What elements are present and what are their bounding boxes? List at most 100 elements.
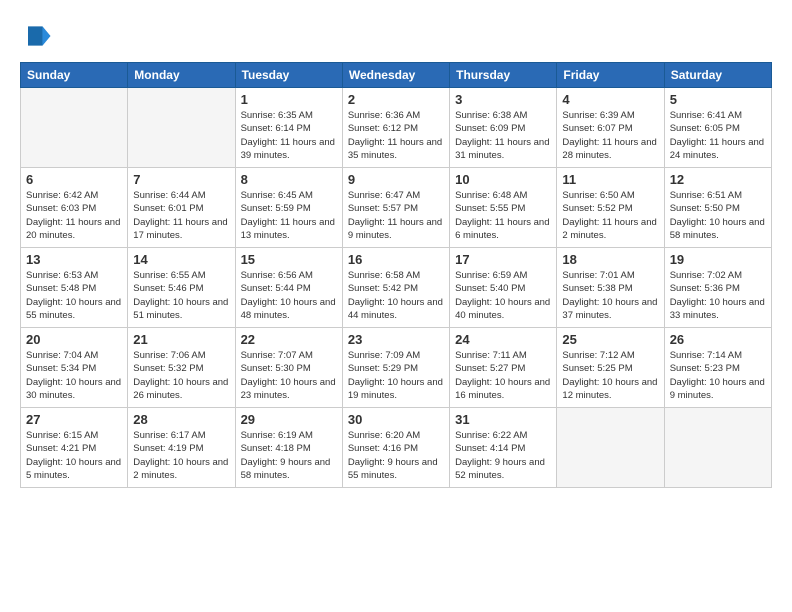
calendar-cell (128, 88, 235, 168)
calendar-week-2: 6 Sunrise: 6:42 AM Sunset: 6:03 PM Daylig… (21, 168, 772, 248)
day-info: Sunrise: 6:38 AM Sunset: 6:09 PM Dayligh… (455, 109, 551, 162)
calendar-cell: 1 Sunrise: 6:35 AM Sunset: 6:14 PM Daylig… (235, 88, 342, 168)
day-info: Sunrise: 6:58 AM Sunset: 5:42 PM Dayligh… (348, 269, 444, 322)
calendar-cell: 24 Sunrise: 7:11 AM Sunset: 5:27 PM Dayli… (450, 328, 557, 408)
weekday-header-thursday: Thursday (450, 63, 557, 88)
day-info: Sunrise: 7:01 AM Sunset: 5:38 PM Dayligh… (562, 269, 658, 322)
weekday-header-saturday: Saturday (664, 63, 771, 88)
day-number: 27 (26, 412, 122, 427)
day-number: 6 (26, 172, 122, 187)
day-info: Sunrise: 7:14 AM Sunset: 5:23 PM Dayligh… (670, 349, 766, 402)
day-info: Sunrise: 6:56 AM Sunset: 5:44 PM Dayligh… (241, 269, 337, 322)
calendar-cell: 20Sunrise: 7:04 AM Sunset: 5:34 PM Dayli… (21, 328, 128, 408)
calendar-cell: 25 Sunrise: 7:12 AM Sunset: 5:25 PM Dayli… (557, 328, 664, 408)
weekday-header-monday: Monday (128, 63, 235, 88)
day-info: Sunrise: 6:45 AM Sunset: 5:59 PM Dayligh… (241, 189, 337, 242)
calendar-week-3: 13Sunrise: 6:53 AM Sunset: 5:48 PM Dayli… (21, 248, 772, 328)
calendar-week-1: 1 Sunrise: 6:35 AM Sunset: 6:14 PM Daylig… (21, 88, 772, 168)
calendar-week-5: 27 Sunrise: 6:15 AM Sunset: 4:21 PM Dayli… (21, 408, 772, 488)
day-number: 20 (26, 332, 122, 347)
day-number: 9 (348, 172, 444, 187)
calendar-cell: 28 Sunrise: 6:17 AM Sunset: 4:19 PM Dayli… (128, 408, 235, 488)
calendar-week-4: 20Sunrise: 7:04 AM Sunset: 5:34 PM Dayli… (21, 328, 772, 408)
day-number: 1 (241, 92, 337, 107)
day-number: 25 (562, 332, 658, 347)
day-number: 10 (455, 172, 551, 187)
calendar-cell: 30Sunrise: 6:20 AM Sunset: 4:16 PM Dayli… (342, 408, 449, 488)
day-info: Sunrise: 7:06 AM Sunset: 5:32 PM Dayligh… (133, 349, 229, 402)
day-number: 16 (348, 252, 444, 267)
calendar-cell: 6 Sunrise: 6:42 AM Sunset: 6:03 PM Daylig… (21, 168, 128, 248)
day-number: 24 (455, 332, 551, 347)
day-info: Sunrise: 6:48 AM Sunset: 5:55 PM Dayligh… (455, 189, 551, 242)
calendar-table: SundayMondayTuesdayWednesdayThursdayFrid… (20, 62, 772, 488)
calendar-cell: 29Sunrise: 6:19 AM Sunset: 4:18 PM Dayli… (235, 408, 342, 488)
calendar-cell: 7Sunrise: 6:44 AM Sunset: 6:01 PM Daylig… (128, 168, 235, 248)
calendar-cell: 13Sunrise: 6:53 AM Sunset: 5:48 PM Dayli… (21, 248, 128, 328)
calendar-cell: 5 Sunrise: 6:41 AM Sunset: 6:05 PM Daylig… (664, 88, 771, 168)
day-info: Sunrise: 6:15 AM Sunset: 4:21 PM Dayligh… (26, 429, 122, 482)
day-number: 31 (455, 412, 551, 427)
calendar-cell (21, 88, 128, 168)
day-info: Sunrise: 6:36 AM Sunset: 6:12 PM Dayligh… (348, 109, 444, 162)
day-info: Sunrise: 7:07 AM Sunset: 5:30 PM Dayligh… (241, 349, 337, 402)
weekday-header-wednesday: Wednesday (342, 63, 449, 88)
weekday-header-friday: Friday (557, 63, 664, 88)
logo (20, 20, 58, 52)
calendar-cell: 12 Sunrise: 6:51 AM Sunset: 5:50 PM Dayli… (664, 168, 771, 248)
day-number: 21 (133, 332, 229, 347)
calendar-cell: 19 Sunrise: 7:02 AM Sunset: 5:36 PM Dayli… (664, 248, 771, 328)
day-number: 4 (562, 92, 658, 107)
day-number: 7 (133, 172, 229, 187)
calendar-cell: 31Sunrise: 6:22 AM Sunset: 4:14 PM Dayli… (450, 408, 557, 488)
day-info: Sunrise: 7:11 AM Sunset: 5:27 PM Dayligh… (455, 349, 551, 402)
calendar-cell: 17 Sunrise: 6:59 AM Sunset: 5:40 PM Dayli… (450, 248, 557, 328)
day-number: 12 (670, 172, 766, 187)
calendar-cell: 3 Sunrise: 6:38 AM Sunset: 6:09 PM Daylig… (450, 88, 557, 168)
calendar-cell: 27 Sunrise: 6:15 AM Sunset: 4:21 PM Dayli… (21, 408, 128, 488)
day-number: 23 (348, 332, 444, 347)
logo-icon (20, 20, 52, 52)
day-number: 19 (670, 252, 766, 267)
calendar-cell: 16 Sunrise: 6:58 AM Sunset: 5:42 PM Dayli… (342, 248, 449, 328)
weekday-header-tuesday: Tuesday (235, 63, 342, 88)
calendar-cell: 15 Sunrise: 6:56 AM Sunset: 5:44 PM Dayli… (235, 248, 342, 328)
day-number: 5 (670, 92, 766, 107)
day-number: 18 (562, 252, 658, 267)
day-info: Sunrise: 6:41 AM Sunset: 6:05 PM Dayligh… (670, 109, 766, 162)
weekday-header-sunday: Sunday (21, 63, 128, 88)
day-info: Sunrise: 6:55 AM Sunset: 5:46 PM Dayligh… (133, 269, 229, 322)
day-info: Sunrise: 6:59 AM Sunset: 5:40 PM Dayligh… (455, 269, 551, 322)
day-number: 28 (133, 412, 229, 427)
calendar-cell: 2Sunrise: 6:36 AM Sunset: 6:12 PM Daylig… (342, 88, 449, 168)
day-info: Sunrise: 6:35 AM Sunset: 6:14 PM Dayligh… (241, 109, 337, 162)
day-number: 15 (241, 252, 337, 267)
calendar-cell: 8 Sunrise: 6:45 AM Sunset: 5:59 PM Daylig… (235, 168, 342, 248)
calendar-cell: 18 Sunrise: 7:01 AM Sunset: 5:38 PM Dayli… (557, 248, 664, 328)
day-info: Sunrise: 7:09 AM Sunset: 5:29 PM Dayligh… (348, 349, 444, 402)
day-number: 26 (670, 332, 766, 347)
day-info: Sunrise: 6:53 AM Sunset: 5:48 PM Dayligh… (26, 269, 122, 322)
day-info: Sunrise: 7:12 AM Sunset: 5:25 PM Dayligh… (562, 349, 658, 402)
calendar-cell: 26 Sunrise: 7:14 AM Sunset: 5:23 PM Dayli… (664, 328, 771, 408)
calendar-cell: 14 Sunrise: 6:55 AM Sunset: 5:46 PM Dayli… (128, 248, 235, 328)
calendar-cell (664, 408, 771, 488)
day-number: 17 (455, 252, 551, 267)
day-info: Sunrise: 6:47 AM Sunset: 5:57 PM Dayligh… (348, 189, 444, 242)
day-info: Sunrise: 6:17 AM Sunset: 4:19 PM Dayligh… (133, 429, 229, 482)
day-number: 8 (241, 172, 337, 187)
day-info: Sunrise: 7:02 AM Sunset: 5:36 PM Dayligh… (670, 269, 766, 322)
day-info: Sunrise: 6:39 AM Sunset: 6:07 PM Dayligh… (562, 109, 658, 162)
page-header (20, 20, 772, 52)
calendar-cell: 23 Sunrise: 7:09 AM Sunset: 5:29 PM Dayli… (342, 328, 449, 408)
day-number: 30 (348, 412, 444, 427)
day-number: 11 (562, 172, 658, 187)
day-number: 14 (133, 252, 229, 267)
calendar-cell (557, 408, 664, 488)
day-number: 3 (455, 92, 551, 107)
day-info: Sunrise: 6:51 AM Sunset: 5:50 PM Dayligh… (670, 189, 766, 242)
calendar-cell: 11 Sunrise: 6:50 AM Sunset: 5:52 PM Dayli… (557, 168, 664, 248)
day-info: Sunrise: 6:50 AM Sunset: 5:52 PM Dayligh… (562, 189, 658, 242)
day-info: Sunrise: 6:19 AM Sunset: 4:18 PM Dayligh… (241, 429, 337, 482)
day-info: Sunrise: 6:42 AM Sunset: 6:03 PM Dayligh… (26, 189, 122, 242)
